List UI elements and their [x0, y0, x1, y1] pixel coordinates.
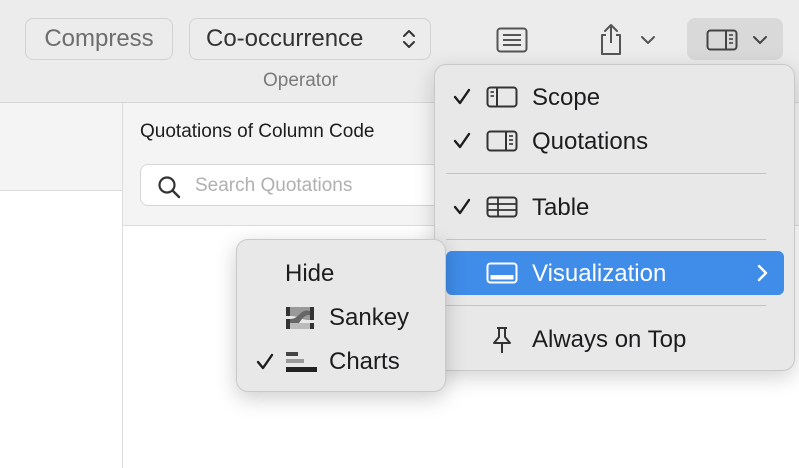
- submenu-item-label: Charts: [329, 348, 400, 375]
- quotations-title: Quotations of Column Code: [140, 121, 375, 142]
- sidebar-right-icon: [706, 29, 738, 51]
- sankey-icon: [286, 307, 314, 329]
- sidebar-right-icon: [486, 130, 518, 152]
- submenu-item-label: Hide: [285, 260, 335, 287]
- search-quotations-input[interactable]: Search Quotations: [140, 164, 440, 206]
- operator-select[interactable]: Co-occurrence: [189, 18, 431, 60]
- menu-item-label: Scope: [532, 84, 601, 111]
- checkmark-icon: [453, 132, 471, 149]
- menu-separator: [446, 173, 766, 174]
- submenu-item-sankey[interactable]: Sankey: [247, 296, 437, 338]
- table-icon: [486, 196, 518, 218]
- menu-item-visualization[interactable]: Visualization: [446, 251, 784, 295]
- menu-item-quotations[interactable]: Quotations: [446, 119, 784, 163]
- checkmark-icon: [453, 198, 471, 215]
- share-chevron-down-icon[interactable]: [640, 34, 656, 46]
- scope-pane: [0, 103, 123, 468]
- sidebar-left-icon: [486, 86, 518, 108]
- menu-separator: [446, 305, 766, 306]
- list-view-icon[interactable]: [496, 27, 528, 53]
- operator-caption: Operator: [263, 70, 338, 91]
- menu-item-label: Always on Top: [532, 326, 687, 353]
- menu-item-label: Visualization: [532, 260, 667, 287]
- menu-item-scope[interactable]: Scope: [446, 75, 784, 119]
- pin-icon: [493, 327, 511, 353]
- menu-item-always-on-top[interactable]: Always on Top: [446, 317, 784, 361]
- submenu-item-charts[interactable]: Charts: [247, 340, 437, 382]
- compress-button[interactable]: Compress: [25, 18, 173, 60]
- bar-chart-icon: [286, 352, 317, 372]
- compress-label: Compress: [44, 25, 154, 52]
- operator-value: Co-occurrence: [206, 25, 364, 52]
- checkmark-icon: [256, 353, 274, 370]
- visualization-submenu: Hide Sankey Charts: [236, 239, 446, 392]
- checkmark-icon: [453, 88, 471, 105]
- search-icon: [158, 176, 181, 199]
- submenu-item-label: Sankey: [329, 304, 410, 331]
- chevron-right-icon: [757, 264, 768, 282]
- bottom-panel-icon: [486, 262, 518, 284]
- menu-item-table[interactable]: Table: [446, 185, 784, 229]
- panels-menu-button[interactable]: [687, 18, 783, 60]
- search-placeholder: Search Quotations: [195, 175, 353, 196]
- menu-separator: [446, 239, 766, 240]
- updown-chevron-icon: [403, 30, 415, 48]
- menu-item-label: Table: [532, 194, 590, 221]
- submenu-item-hide[interactable]: Hide: [247, 252, 437, 294]
- scope-header: [0, 103, 122, 191]
- panels-menu: Scope Quotations Table Visualization Alw…: [434, 64, 795, 371]
- menu-item-label: Quotations: [532, 128, 649, 155]
- share-icon[interactable]: [597, 22, 625, 56]
- panels-chevron-down-icon: [753, 36, 767, 44]
